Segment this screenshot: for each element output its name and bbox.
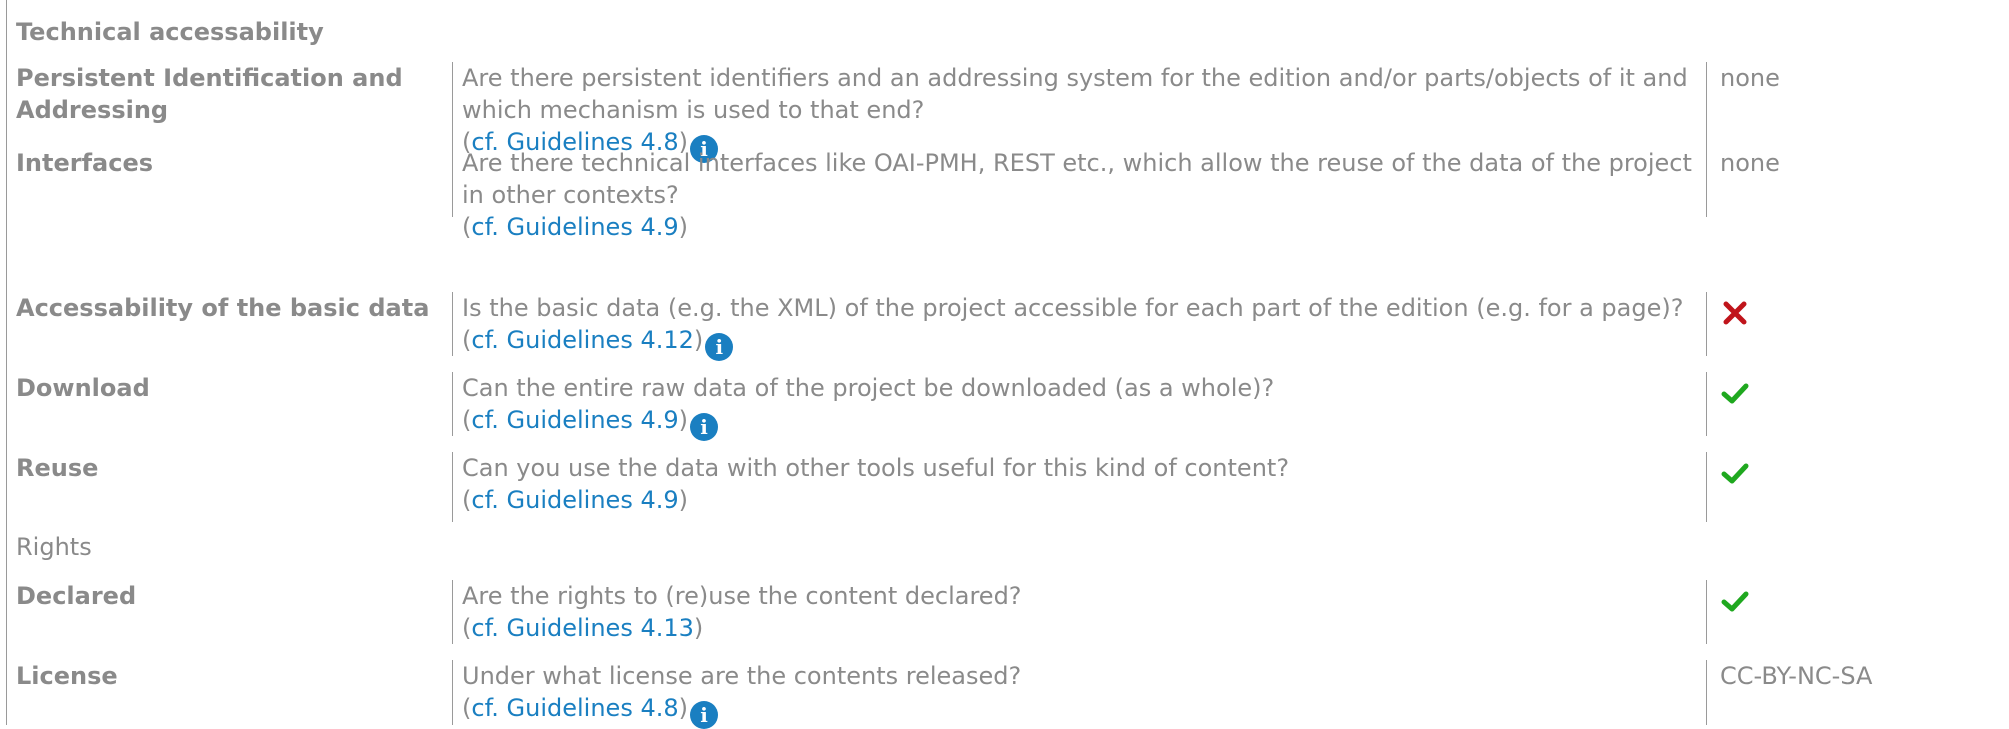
criteria-question: Under what license are the contents rele… (462, 660, 1692, 729)
criteria-row-declared: Declared Are the rights to (re)use the c… (0, 580, 2009, 644)
column-divider (452, 660, 453, 725)
criteria-question: Can you use the data with other tools us… (462, 452, 1692, 516)
paren-close: ) (693, 326, 704, 354)
guideline-link[interactable]: cf. Guidelines 4.9 (471, 406, 678, 434)
column-divider (1706, 452, 1707, 522)
paren-close: ) (678, 694, 688, 722)
paren-open: ( (462, 694, 472, 722)
criteria-value (1720, 292, 2000, 328)
cross-icon (1723, 301, 1747, 325)
paren-open: ( (462, 614, 472, 642)
question-text: Are there persistent identifiers and an … (462, 64, 1688, 124)
column-divider (452, 292, 453, 356)
guideline-citation: (cf. Guidelines 4.8) i (462, 694, 718, 729)
criteria-value: none (1720, 64, 1780, 92)
column-divider (452, 452, 453, 522)
paren-close: ) (678, 213, 688, 241)
paren-open: ( (462, 213, 472, 241)
criteria-value: CC-BY-NC-SA (1720, 662, 1873, 690)
question-text: Can the entire raw data of the project b… (462, 374, 1275, 402)
column-divider (1706, 580, 1707, 644)
paren-open: ( (462, 486, 472, 514)
question-text: Are the rights to (re)use the content de… (462, 582, 1022, 610)
column-divider (1706, 372, 1707, 436)
guideline-citation: (cf. Guidelines 4.9) (462, 486, 688, 514)
section-heading-technical: Technical accessability (16, 18, 324, 46)
criteria-label: License (16, 662, 118, 690)
guideline-link[interactable]: cf. Guidelines 4.13 (471, 614, 694, 642)
column-divider (452, 147, 453, 217)
column-divider (1706, 147, 1707, 217)
guideline-citation: (cf. Guidelines 4.9) (462, 213, 688, 241)
criteria-row-interfaces: Interfaces Are there technical interface… (0, 147, 2009, 241)
question-text: Are there technical interfaces like OAI-… (462, 149, 1692, 209)
column-divider (1706, 292, 1707, 356)
criteria-row-reuse: Reuse Can you use the data with other to… (0, 452, 2009, 522)
paren-close: ) (678, 486, 688, 514)
criteria-row-download: Download Can the entire raw data of the … (0, 372, 2009, 441)
check-icon (1721, 591, 1749, 612)
criteria-row-basic-data: Accessability of the basic data Is the b… (0, 292, 2009, 361)
info-icon[interactable]: i (690, 413, 718, 441)
criteria-label: Declared (16, 582, 137, 610)
paren-close: ) (693, 614, 704, 642)
criteria-label: Interfaces (16, 149, 154, 177)
paren-open: ( (462, 326, 472, 354)
criteria-question: Can the entire raw data of the project b… (462, 372, 1692, 441)
info-icon[interactable]: i (705, 333, 734, 361)
section-heading-rights: Rights (16, 533, 92, 561)
paren-open: ( (462, 406, 472, 434)
criteria-row-license: License Under what license are the conte… (0, 660, 2009, 729)
guideline-citation: (cf. Guidelines 4.12) i (462, 326, 734, 361)
rating-page: Technical accessability Persistent Ident… (0, 0, 2009, 729)
criteria-label: Download (16, 374, 150, 402)
criteria-value (1720, 452, 2000, 488)
guideline-link[interactable]: cf. Guidelines 4.9 (471, 486, 678, 514)
question-text: Under what license are the contents rele… (462, 662, 1022, 690)
criteria-question: Are there technical interfaces like OAI-… (462, 147, 1692, 243)
guideline-citation: (cf. Guidelines 4.13) (462, 614, 703, 642)
guideline-link[interactable]: cf. Guidelines 4.12 (471, 326, 694, 354)
guideline-link[interactable]: cf. Guidelines 4.9 (471, 213, 678, 241)
check-icon (1721, 383, 1749, 404)
criteria-question: Are the rights to (re)use the content de… (462, 580, 1692, 644)
guideline-link[interactable]: cf. Guidelines 4.8 (471, 694, 678, 722)
criteria-value (1720, 372, 2000, 408)
criteria-value: none (1720, 149, 1780, 177)
question-text: Can you use the data with other tools us… (462, 454, 1290, 482)
check-icon (1721, 463, 1749, 484)
paren-close: ) (678, 406, 688, 434)
question-text: Is the basic data (e.g. the XML) of the … (462, 294, 1684, 322)
criteria-label: Accessability of the basic data (16, 294, 430, 322)
criteria-value (1720, 580, 2000, 616)
guideline-citation: (cf. Guidelines 4.9) i (462, 406, 718, 441)
column-divider (452, 372, 453, 436)
criteria-label: Reuse (16, 454, 99, 482)
criteria-question: Is the basic data (e.g. the XML) of the … (462, 292, 1692, 361)
column-divider (1706, 660, 1707, 725)
column-divider (452, 580, 453, 644)
criteria-label: Persistent Identification and Addressing (16, 64, 403, 124)
